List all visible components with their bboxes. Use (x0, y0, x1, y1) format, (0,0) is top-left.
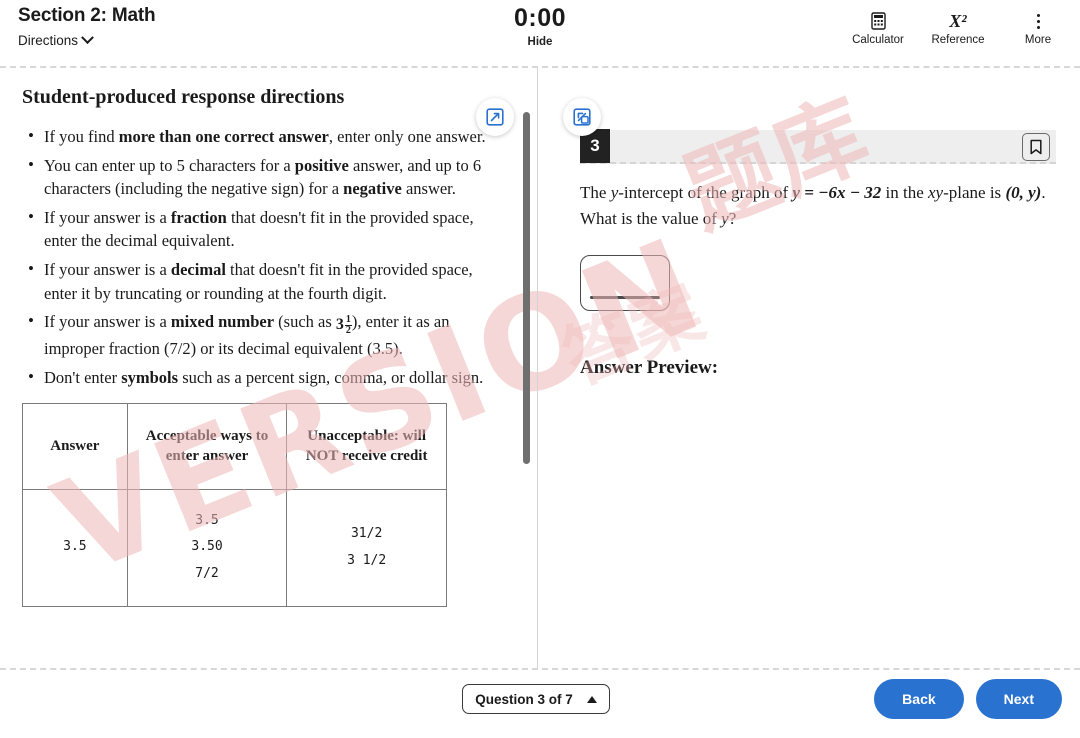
collapse-right-panel-button[interactable] (563, 98, 601, 136)
list-item: If you find more than one correct answer… (22, 124, 488, 149)
table-header-row: Answer Acceptable ways to enter answer U… (22, 403, 447, 490)
collapse-panel-icon (573, 108, 591, 126)
content-area: Student-produced response directions If … (0, 68, 1080, 668)
question-text-part: in the (881, 183, 929, 202)
table-head: Answer Acceptable ways to enter answer U… (22, 403, 447, 490)
bullet-text: You can enter up to 5 characters for a (44, 155, 295, 175)
list-item: If your answer is a decimal that doesn't… (22, 257, 488, 305)
calculator-label: Calculator (852, 34, 904, 46)
cell-unacceptable: 31/2 3 1/2 (286, 488, 447, 607)
scrollbar-thumb[interactable] (523, 112, 530, 464)
question-text: The y -intercept of the graph of y = −6x … (580, 180, 1056, 231)
answer-input-underline (590, 296, 660, 299)
panel-divider (537, 68, 538, 668)
list-item: If your answer is a mixed number (such a… (22, 309, 488, 360)
column-header-answer: Answer (22, 403, 128, 490)
navigation-buttons: Back Next (874, 679, 1062, 719)
cell-acceptable: 3.5 3.50 7/2 (126, 488, 288, 607)
bullet-bold: fraction (170, 207, 227, 227)
bullet-text: If you find (44, 127, 119, 146)
bookmark-icon (1030, 139, 1042, 155)
bullet-text: Don't enter (44, 367, 122, 387)
calculator-icon (850, 10, 906, 32)
bullet-text-2: (such as (274, 312, 336, 332)
bookmark-question-button[interactable] (1022, 133, 1050, 161)
more-vertical-icon (1010, 10, 1066, 32)
bullet-text-2: such as a percent sign, comma, or dollar… (178, 367, 484, 387)
more-button[interactable]: More (1010, 10, 1066, 46)
acceptable-value: 3.50 (191, 539, 223, 555)
acceptable-value: 3.5 (195, 512, 219, 528)
next-button[interactable]: Next (975, 679, 1062, 719)
bullet-text: If your answer is a (44, 207, 171, 227)
list-item: Don't enter symbols such as a percent si… (22, 365, 488, 390)
column-header-acceptable: Acceptable ways to enter answer (126, 403, 288, 490)
test-footer: Question 3 of 7 Back Next (0, 668, 1080, 738)
question-var-y2: y (721, 208, 729, 228)
table-body: 3.5 3.5 3.50 7/2 31/2 3 1/2 (22, 488, 447, 607)
test-app-window: VERSION 题库 答案 Section 2: Math Directions… (0, 0, 1080, 738)
directions-bullet-list: If you find more than one correct answer… (22, 124, 488, 390)
question-point: (0, y) (1005, 183, 1042, 202)
bullet-text-2: , enter only one answer. (328, 127, 486, 146)
cell-answer: 3.5 (22, 488, 128, 607)
directions-title: Student-produced response directions (22, 86, 345, 108)
question-text-part: ? (728, 208, 737, 228)
unacceptable-value: 3 1/2 (347, 552, 387, 568)
bullet-text-3: answer. (401, 179, 456, 199)
bullet-text: If your answer is a (44, 312, 171, 332)
bullet-text: If your answer is a (44, 259, 171, 279)
expand-left-panel-button[interactable] (476, 98, 514, 136)
directions-panel: Student-produced response directions If … (0, 68, 512, 668)
answer-format-table: Answer Acceptable ways to enter answer U… (22, 403, 447, 607)
answer-input[interactable] (580, 255, 670, 311)
expand-panel-icon (486, 108, 504, 126)
back-button[interactable]: Back (874, 679, 964, 719)
calculator-button[interactable]: Calculator (850, 10, 906, 46)
bullet-bold-2: negative (343, 179, 402, 199)
question-panel: 3 The y -intercept of the graph of y = −6… (538, 68, 1080, 668)
list-item: If your answer is a fraction that doesn'… (22, 205, 488, 253)
question-header-bar: 3 (580, 129, 1056, 164)
unacceptable-value: 31/2 (350, 526, 383, 542)
question-text-part: -plane is (943, 183, 1006, 202)
column-header-unacceptable: Unacceptable: will NOT receive credit (286, 403, 447, 490)
list-item: You can enter up to 5 characters for a p… (22, 153, 488, 201)
bullet-bold: mixed number (170, 312, 275, 332)
question-equation: y = −6x − 32 (792, 183, 882, 202)
directions-scrollbar[interactable] (523, 108, 530, 668)
question-var-xy: xy (928, 183, 944, 202)
question-text-part: The (580, 183, 611, 202)
question-picker-button[interactable]: Question 3 of 7 (462, 684, 610, 714)
reference-label: Reference (931, 34, 985, 46)
caret-up-icon (586, 695, 597, 703)
question-picker-label: Question 3 of 7 (475, 691, 573, 707)
table-row: 3.5 3.5 3.50 7/2 31/2 3 1/2 (22, 488, 447, 607)
mixed-number-glyph: 312 (335, 313, 352, 337)
answer-preview-label: Answer Preview: (580, 357, 719, 378)
header-tools-group: Calculator X² Reference More (850, 10, 1066, 47)
reference-button[interactable]: X² Reference (930, 10, 986, 47)
acceptable-value: 7/2 (195, 566, 219, 581)
test-header: Section 2: Math Directions 0:00 Hide Cal… (0, 0, 1080, 68)
question-text-part: -intercept of the graph of (618, 183, 793, 202)
bullet-bold: positive (294, 155, 349, 175)
bullet-bold: more than one correct answer (118, 127, 329, 146)
more-label: More (1024, 34, 1052, 46)
bullet-bold: decimal (170, 259, 226, 279)
x-squared-icon: X² (949, 10, 967, 31)
bullet-bold: symbols (121, 367, 179, 387)
